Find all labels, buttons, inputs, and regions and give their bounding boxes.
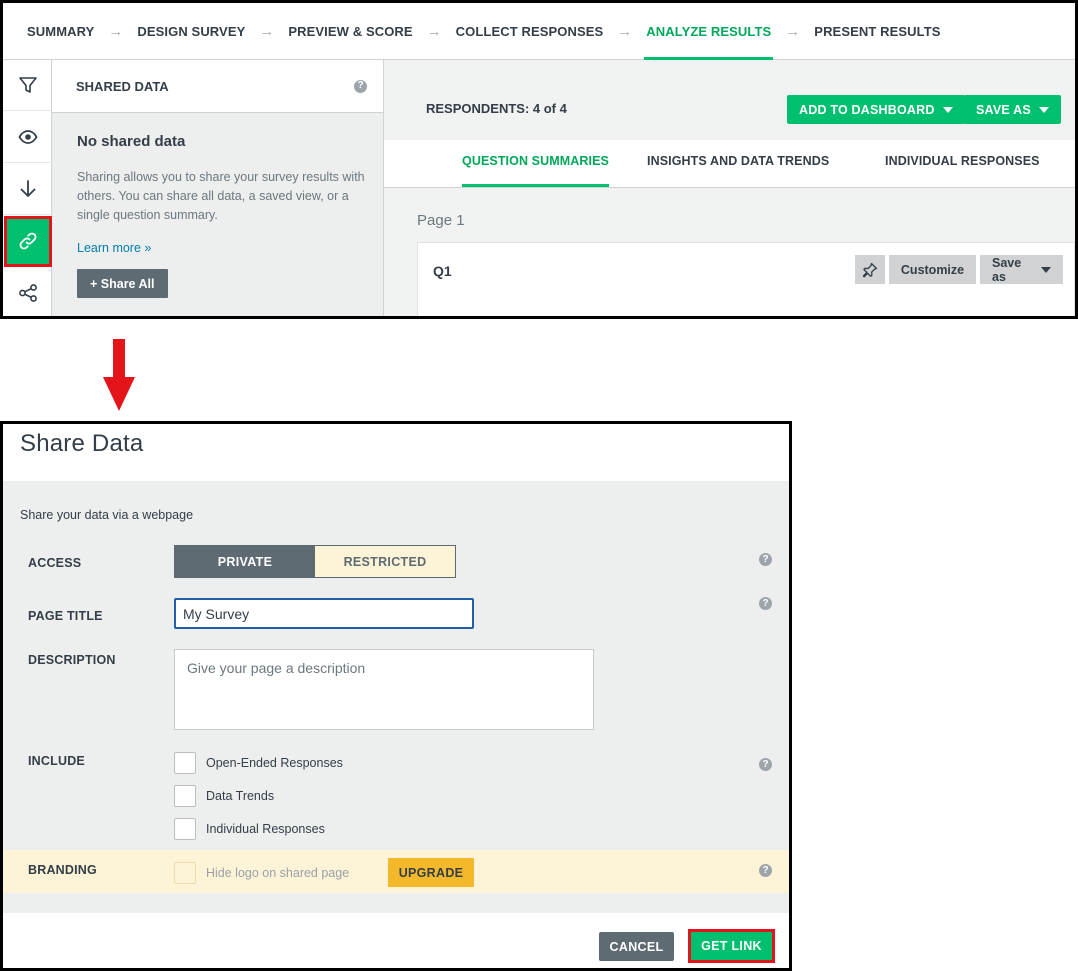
download-arrow-icon [20,180,35,197]
down-arrow-icon [103,339,135,411]
workflow-nav: SUMMARY → DESIGN SURVEY → PREVIEW & SCOR… [3,3,1075,60]
include-label: INCLUDE [28,754,85,768]
pin-button[interactable] [855,255,885,284]
individual-responses-label: Individual Responses [206,822,325,836]
nav-step-preview-score[interactable]: PREVIEW & SCORE [288,3,412,59]
share-all-button[interactable]: + Share All [77,269,168,298]
results-header: RESPONDENTS: 4 of 4 ADD TO DASHBOARD SAV… [384,60,1075,140]
customize-button[interactable]: Customize [889,255,976,284]
pin-icon [862,262,878,277]
nav-arrow-icon: → [426,22,442,40]
caret-down-icon [1038,106,1049,113]
nav-step-analyze-results[interactable]: ANALYZE RESULTS [644,3,774,60]
save-as-button[interactable]: SAVE AS [964,95,1061,124]
nav-arrow-icon: → [785,22,801,40]
nav-arrow-icon: → [108,22,124,40]
share-button[interactable] [3,268,52,316]
page-title-label: PAGE TITLE [28,609,103,623]
filter-icon [18,77,37,93]
include-data-trends-row: Data Trends [174,785,274,807]
get-link-button[interactable]: GET LINK [688,929,775,963]
open-ended-label: Open-Ended Responses [206,756,343,770]
tool-rail [3,60,52,316]
dialog-body: Share your data via a webpage ACCESS PRI… [3,481,789,913]
branding-label: BRANDING [28,863,97,877]
add-to-dashboard-button[interactable]: ADD TO DASHBOARD [787,95,965,124]
help-icon[interactable]: ? [759,758,772,771]
nav-step-summary[interactable]: SUMMARY [27,3,94,59]
share-data-dialog: Share Data Share your data via a webpage… [0,421,792,971]
include-individual-row: Individual Responses [174,818,325,840]
data-trends-checkbox[interactable] [174,785,196,807]
shared-data-panel: SHARED DATA ? No shared data Sharing all… [52,60,384,316]
empty-state-title: No shared data [77,133,186,150]
shared-data-button[interactable] [4,216,52,267]
upgrade-button[interactable]: UPGRADE [388,858,474,887]
respondents-count: RESPONDENTS: 4 of 4 [426,101,567,116]
access-label: ACCESS [28,556,82,570]
individual-responses-checkbox[interactable] [174,818,196,840]
tab-insights-data-trends[interactable]: INSIGHTS AND DATA TRENDS [647,154,829,168]
cancel-button[interactable]: CANCEL [599,932,674,961]
hide-logo-row: Hide logo on shared page [174,862,349,884]
results-tabs: QUESTION SUMMARIES INSIGHTS AND DATA TRE… [384,140,1075,188]
page-label: Page 1 [417,212,465,229]
share-network-icon [18,284,37,302]
hide-logo-label: Hide logo on shared page [206,866,350,880]
nav-step-collect-responses[interactable]: COLLECT RESPONSES [456,3,604,59]
eye-icon [17,130,38,144]
data-trends-label: Data Trends [206,789,275,803]
caret-down-icon [942,106,953,113]
shared-data-header: SHARED DATA ? [52,60,383,113]
filter-button[interactable] [3,60,52,111]
include-open-ended-row: Open-Ended Responses [174,752,343,774]
help-icon[interactable]: ? [759,597,772,610]
dialog-footer: CANCEL GET LINK [3,913,789,968]
empty-state-description: Sharing allows you to share your survey … [77,170,365,222]
branding-row: BRANDING Hide logo on shared page UPGRAD… [3,850,789,893]
access-private-option[interactable]: PRIVATE [175,546,315,577]
question-label: Q1 [433,263,452,279]
nav-step-design-survey[interactable]: DESIGN SURVEY [137,3,245,59]
shared-data-title: SHARED DATA [76,78,169,94]
nav-arrow-icon: → [259,22,275,40]
open-ended-checkbox[interactable] [174,752,196,774]
nav-arrow-icon: → [617,22,633,40]
help-icon[interactable]: ? [759,553,772,566]
results-area: RESPONDENTS: 4 of 4 ADD TO DASHBOARD SAV… [384,60,1075,316]
shared-data-empty-state: No shared data Sharing allows you to sha… [52,113,383,298]
question-save-as-button[interactable]: Save as [980,255,1063,284]
page-title-input[interactable] [174,598,474,629]
description-input[interactable] [174,649,594,730]
export-button[interactable] [3,164,52,215]
dialog-title: Share Data [20,430,144,457]
dialog-intro: Share your data via a webpage [20,508,194,522]
description-label: DESCRIPTION [28,653,116,667]
access-restricted-option[interactable]: RESTRICTED [315,546,455,577]
hide-logo-checkbox [174,862,196,884]
access-toggle: PRIVATE RESTRICTED [174,545,456,578]
tab-question-summaries[interactable]: QUESTION SUMMARIES [462,154,609,187]
help-icon[interactable]: ? [354,79,367,93]
link-icon [19,232,37,250]
tab-individual-responses[interactable]: INDIVIDUAL RESPONSES [885,154,1040,168]
learn-more-link[interactable]: Learn more » [77,241,367,255]
nav-step-present-results[interactable]: PRESENT RESULTS [814,3,940,59]
view-button[interactable] [3,112,52,163]
help-icon[interactable]: ? [759,864,772,877]
survey-analyze-screen: SUMMARY → DESIGN SURVEY → PREVIEW & SCOR… [0,0,1078,319]
caret-down-icon [1041,266,1051,273]
question-card: Q1 Customize Save as [417,242,1075,316]
